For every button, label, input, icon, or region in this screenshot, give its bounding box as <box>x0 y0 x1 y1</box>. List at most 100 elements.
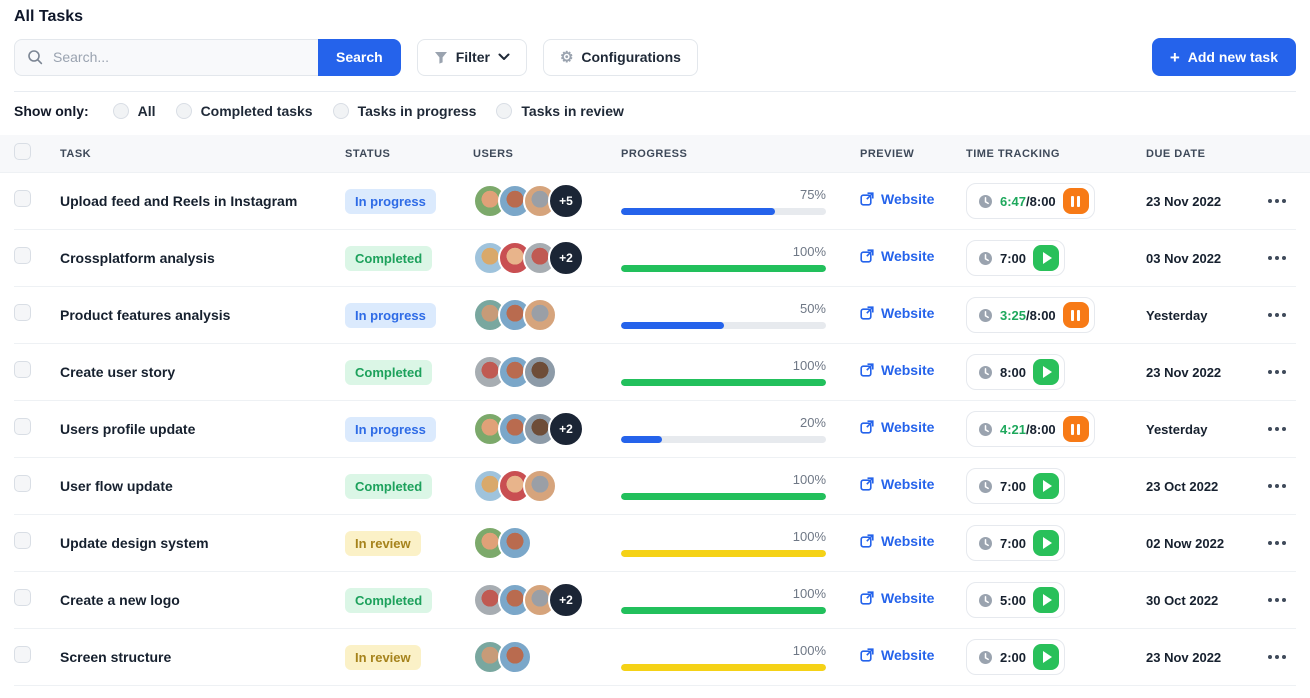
status-badge: Completed <box>345 588 432 613</box>
row-menu-button[interactable] <box>1266 649 1288 665</box>
timer-pause-button[interactable] <box>1063 416 1089 442</box>
website-preview-link[interactable]: Website <box>860 590 934 606</box>
users-cell: +5 <box>473 183 621 219</box>
extra-users-badge: +2 <box>548 240 584 276</box>
row-menu-button[interactable] <box>1266 307 1288 323</box>
search-icon <box>27 49 43 65</box>
status-badge: In review <box>345 531 421 556</box>
clock-icon <box>978 536 993 551</box>
due-date: Yesterday <box>1146 422 1266 437</box>
row-checkbox[interactable] <box>14 361 31 378</box>
timer-play-button[interactable] <box>1033 359 1059 385</box>
column-header-preview: PREVIEW <box>860 148 966 160</box>
timer-pause-button[interactable] <box>1063 188 1089 214</box>
website-preview-link[interactable]: Website <box>860 419 934 435</box>
due-date: 23 Nov 2022 <box>1146 650 1266 665</box>
radio-option-completed-tasks[interactable]: Completed tasks <box>176 103 313 119</box>
task-name: Create user story <box>60 364 345 380</box>
progress-bar <box>621 550 826 557</box>
progress-percent-label: 50% <box>800 301 826 316</box>
row-menu-button[interactable] <box>1266 364 1288 380</box>
user-avatar <box>523 469 557 503</box>
external-link-icon <box>860 420 874 434</box>
clock-icon <box>978 593 993 608</box>
row-checkbox[interactable] <box>14 247 31 264</box>
row-checkbox[interactable] <box>14 532 31 549</box>
progress-bar <box>621 379 826 386</box>
progress-cell: 100% <box>621 244 826 272</box>
progress-cell: 100% <box>621 472 826 500</box>
radio-option-all[interactable]: All <box>113 103 156 119</box>
users-cell: +2 <box>473 411 621 447</box>
row-checkbox[interactable] <box>14 589 31 606</box>
row-checkbox[interactable] <box>14 418 31 435</box>
timer-play-button[interactable] <box>1033 245 1059 271</box>
progress-bar <box>621 265 826 272</box>
row-menu-button[interactable] <box>1266 535 1288 551</box>
time-total: /8:00 <box>1026 194 1056 209</box>
filter-icon <box>434 51 448 64</box>
website-preview-link[interactable]: Website <box>860 248 934 264</box>
website-link-label: Website <box>881 533 934 549</box>
timer-play-button[interactable] <box>1033 587 1059 613</box>
task-manager-page: All Tasks Search Filter ⚙ Configurations <box>0 0 1310 686</box>
progress-percent-label: 100% <box>793 643 826 658</box>
progress-bar <box>621 436 826 443</box>
due-date: 23 Oct 2022 <box>1146 479 1266 494</box>
table-row: User flow update Completed 100% Website … <box>14 458 1296 515</box>
row-menu-button[interactable] <box>1266 193 1288 209</box>
progress-cell: 100% <box>621 643 826 671</box>
due-date: 02 Now 2022 <box>1146 536 1266 551</box>
time-tracking-pill: 7:00 <box>966 240 1065 276</box>
radio-option-tasks-in-progress[interactable]: Tasks in progress <box>333 103 477 119</box>
row-menu-button[interactable] <box>1266 250 1288 266</box>
timer-play-button[interactable] <box>1033 473 1059 499</box>
row-menu-button[interactable] <box>1266 421 1288 437</box>
gear-icon: ⚙ <box>560 50 573 65</box>
website-link-label: Website <box>881 362 934 378</box>
configurations-button-label: Configurations <box>581 49 681 65</box>
clock-icon <box>978 479 993 494</box>
website-preview-link[interactable]: Website <box>860 362 934 378</box>
radio-option-tasks-in-review[interactable]: Tasks in review <box>496 103 623 119</box>
row-checkbox[interactable] <box>14 646 31 663</box>
row-checkbox[interactable] <box>14 190 31 207</box>
column-header-status: STATUS <box>345 148 473 160</box>
progress-percent-label: 100% <box>793 358 826 373</box>
website-preview-link[interactable]: Website <box>860 476 934 492</box>
progress-cell: 100% <box>621 529 826 557</box>
select-all-checkbox[interactable] <box>14 143 31 160</box>
radio-icon <box>176 103 192 119</box>
row-menu-button[interactable] <box>1266 592 1288 608</box>
table-row: Screen structure In review 100% Website … <box>14 629 1296 686</box>
timer-play-button[interactable] <box>1033 644 1059 670</box>
show-only-filter-row: Show only: All Completed tasks Tasks in … <box>14 92 1296 131</box>
clock-icon <box>978 251 993 266</box>
website-preview-link[interactable]: Website <box>860 305 934 321</box>
website-preview-link[interactable]: Website <box>860 533 934 549</box>
row-checkbox[interactable] <box>14 475 31 492</box>
row-checkbox[interactable] <box>14 304 31 321</box>
user-avatar <box>523 355 557 389</box>
time-elapsed: 2:00 <box>1000 650 1026 665</box>
radio-icon <box>333 103 349 119</box>
time-elapsed: 7:00 <box>1000 479 1026 494</box>
timer-play-button[interactable] <box>1033 530 1059 556</box>
external-link-icon <box>860 306 874 320</box>
row-menu-button[interactable] <box>1266 478 1288 494</box>
status-badge: Completed <box>345 360 432 385</box>
progress-bar <box>621 208 826 215</box>
filter-button[interactable]: Filter <box>417 39 527 76</box>
timer-pause-button[interactable] <box>1063 302 1089 328</box>
configurations-button[interactable]: ⚙ Configurations <box>543 39 698 76</box>
search-input[interactable] <box>14 39 318 76</box>
search-button[interactable]: Search <box>318 39 401 76</box>
plus-icon: + <box>1170 49 1180 66</box>
add-new-task-button[interactable]: + Add new task <box>1152 38 1296 76</box>
website-preview-link[interactable]: Website <box>860 647 934 663</box>
radio-icon <box>496 103 512 119</box>
due-date: Yesterday <box>1146 308 1266 323</box>
clock-icon <box>978 650 993 665</box>
status-badge: In progress <box>345 303 436 328</box>
website-preview-link[interactable]: Website <box>860 191 934 207</box>
